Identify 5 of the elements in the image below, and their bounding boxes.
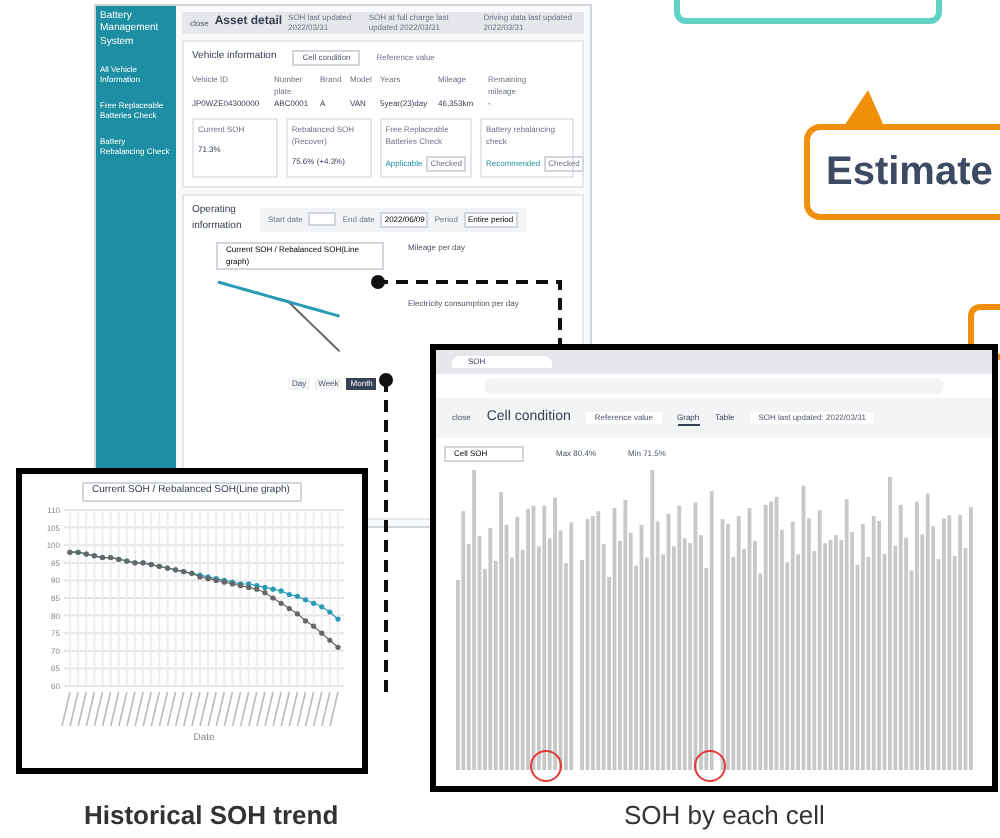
- callout-box: Estimate: [804, 124, 1000, 220]
- caption: SOH by each cell: [624, 798, 825, 834]
- start-date-field[interactable]: [308, 212, 337, 226]
- caption: Historical SOH trend: [84, 798, 339, 834]
- soh-line-drawing: [216, 278, 340, 358]
